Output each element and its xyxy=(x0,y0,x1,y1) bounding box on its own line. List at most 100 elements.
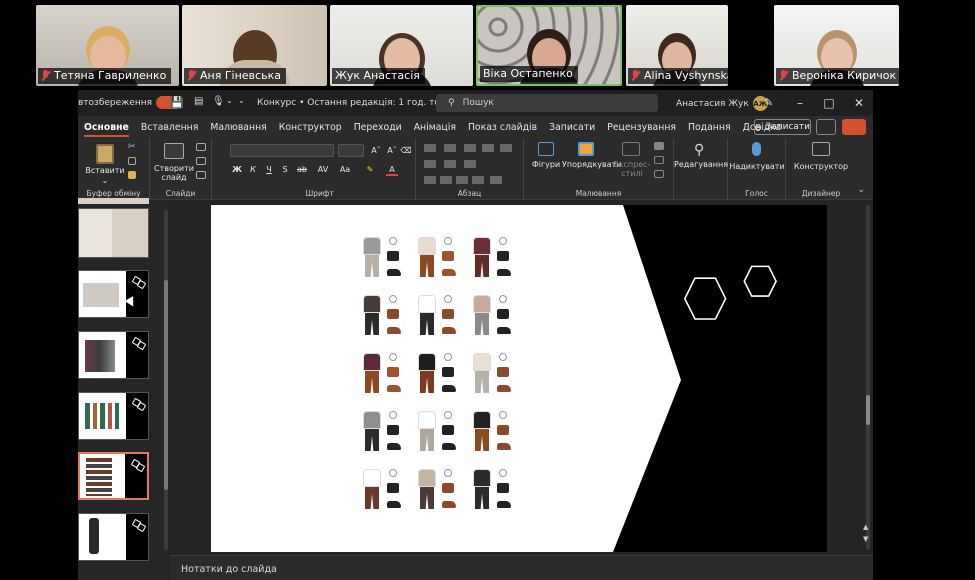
arrange-icon[interactable] xyxy=(578,142,594,156)
copy-icon[interactable] xyxy=(128,157,136,165)
tab-draw[interactable]: Малювання xyxy=(204,116,272,138)
microphone-icon[interactable]: 🎙 xyxy=(212,96,225,107)
accessory-bag xyxy=(387,425,399,435)
slide-thumbnail-selected[interactable] xyxy=(78,452,149,500)
change-case-icon[interactable]: Aa xyxy=(338,165,352,174)
tab-record[interactable]: Записати xyxy=(543,116,601,138)
quick-styles-button[interactable]: Експрес- стилі xyxy=(612,160,652,178)
tab-view[interactable]: Подання xyxy=(682,116,737,138)
pen-icon[interactable]: ✎ xyxy=(764,96,773,109)
document-title[interactable]: Конкурс • Остання редакція: 1 год. тому … xyxy=(257,98,463,108)
current-slide[interactable] xyxy=(211,205,827,552)
paste-icon[interactable] xyxy=(96,144,114,164)
decrease-indent-icon[interactable] xyxy=(464,144,476,152)
arrange-button[interactable]: Упорядкувати xyxy=(562,160,621,169)
align-left-icon[interactable] xyxy=(424,176,436,184)
quick-styles-icon[interactable] xyxy=(622,142,640,156)
clear-format-icon[interactable]: ⌫ xyxy=(400,146,412,155)
minimize-button[interactable]: – xyxy=(789,93,811,113)
save-icon[interactable]: 💾 xyxy=(170,96,184,109)
designer-icon[interactable] xyxy=(812,142,830,156)
close-button[interactable]: ✕ xyxy=(848,93,870,113)
shapes-button[interactable]: Фігури xyxy=(528,160,564,169)
tab-animations[interactable]: Анімація xyxy=(408,116,462,138)
participant-tile-5[interactable]: Alina Vyshynska xyxy=(626,5,728,86)
align-center-icon[interactable] xyxy=(440,176,452,184)
smartart-icon[interactable] xyxy=(464,160,476,168)
font-size-select[interactable] xyxy=(338,144,364,157)
participant-tile-3[interactable]: Жук Анастасія xyxy=(330,5,473,86)
collapse-ribbon-icon[interactable]: ⌄ xyxy=(857,185,865,195)
shadow-icon[interactable]: S xyxy=(280,165,290,174)
mic-off-icon xyxy=(779,70,788,81)
slide-thumbnail[interactable] xyxy=(78,331,149,379)
chevron-down-icon[interactable]: ⌄ xyxy=(98,176,112,185)
line-spacing-icon[interactable] xyxy=(500,144,512,152)
participant-tile-1[interactable]: Тетяна Гавриленко xyxy=(36,5,179,86)
thumbnails-scrollbar[interactable] xyxy=(164,210,168,550)
tab-review[interactable]: Рецензування xyxy=(601,116,682,138)
highlight-icon[interactable]: ✎ xyxy=(364,165,376,174)
strikethrough-icon[interactable]: ab xyxy=(296,165,308,174)
bold-icon[interactable]: Ж xyxy=(232,165,242,174)
slide-scrollbar[interactable]: ▲ ▼ xyxy=(863,205,873,550)
increase-indent-icon[interactable] xyxy=(482,144,494,152)
numbering-icon[interactable] xyxy=(444,144,456,152)
tab-home[interactable]: Основне xyxy=(78,116,135,138)
section-icon[interactable] xyxy=(196,171,206,179)
bullets-icon[interactable] xyxy=(424,144,436,152)
designer-button[interactable]: Конструктор xyxy=(786,162,856,171)
maximize-button[interactable]: □ xyxy=(818,93,840,113)
tab-insert[interactable]: Вставлення xyxy=(135,116,205,138)
dictate-button[interactable]: Надиктувати xyxy=(728,162,786,171)
participant-tile-2[interactable]: Аня Гіневська xyxy=(182,5,327,86)
new-slide-icon[interactable] xyxy=(164,143,184,159)
new-slide-button[interactable]: Створити слайд xyxy=(152,164,196,182)
chevron-down-icon[interactable]: ⌄ xyxy=(226,96,233,105)
comments-button[interactable] xyxy=(816,119,836,135)
slide-thumbnail[interactable] xyxy=(78,513,149,561)
cut-icon[interactable]: ✂ xyxy=(128,142,136,152)
font-color-icon[interactable]: A xyxy=(386,165,398,176)
font-family-select[interactable] xyxy=(230,144,334,157)
underline-icon[interactable]: Ч xyxy=(264,165,274,174)
align-right-icon[interactable] xyxy=(456,176,468,184)
participant-tile-4-speaking[interactable]: Віка Остапенко xyxy=(476,5,622,86)
accessory-shoes xyxy=(442,327,456,334)
shape-effects-icon[interactable] xyxy=(654,170,664,178)
decrease-font-icon[interactable]: Aˇ xyxy=(386,146,398,155)
slide-thumbnail[interactable] xyxy=(78,208,149,258)
participant-tile-6[interactable]: Вероніка Киричок xyxy=(774,5,899,86)
paste-button[interactable]: Вставити xyxy=(84,166,126,175)
search-box[interactable]: ⚲ Пошук xyxy=(436,94,658,112)
present-icon[interactable]: ▤ xyxy=(194,96,203,107)
shape-outline-icon[interactable] xyxy=(654,156,664,164)
search-icon[interactable]: ⚲ xyxy=(694,142,704,158)
justify-icon[interactable] xyxy=(472,176,484,184)
tab-design[interactable]: Конструктор xyxy=(273,116,348,138)
slide-thumbnail[interactable] xyxy=(78,198,149,204)
increase-font-icon[interactable]: Aˆ xyxy=(370,146,382,155)
user-account[interactable]: Анастасия Жук АЖ xyxy=(676,96,768,111)
spacing-icon[interactable]: AV xyxy=(316,165,330,174)
tab-transitions[interactable]: Переходи xyxy=(348,116,408,138)
shape-fill-icon[interactable] xyxy=(654,142,664,150)
share-button[interactable] xyxy=(842,119,866,135)
shapes-icon[interactable] xyxy=(538,142,554,156)
layout-icon[interactable] xyxy=(196,143,206,151)
more-icon[interactable]: ⌄ xyxy=(238,96,245,105)
tab-slideshow[interactable]: Показ слайдів xyxy=(462,116,543,138)
align-text-icon[interactable] xyxy=(444,160,456,168)
format-painter-icon[interactable] xyxy=(128,171,136,179)
italic-icon[interactable]: К xyxy=(248,165,258,174)
accessory-shoes xyxy=(442,385,456,392)
reset-icon[interactable] xyxy=(196,157,206,165)
notes-pane[interactable]: Нотатки до слайда xyxy=(170,555,873,580)
record-button[interactable]: Записати xyxy=(754,119,811,135)
slide-thumbnail[interactable] xyxy=(78,270,149,318)
editing-button[interactable]: Редагування xyxy=(674,160,728,169)
columns-icon[interactable] xyxy=(490,176,502,184)
slide-thumbnail[interactable] xyxy=(78,392,149,440)
text-direction-icon[interactable] xyxy=(424,160,436,168)
microphone-icon[interactable] xyxy=(752,142,761,156)
